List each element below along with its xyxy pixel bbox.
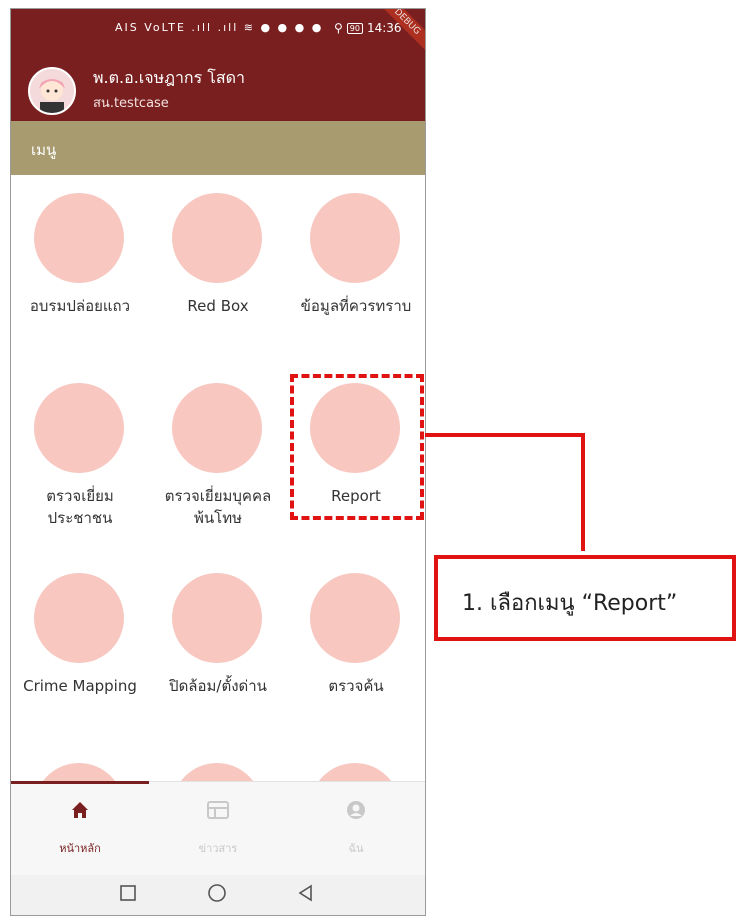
profile-icon: [287, 800, 425, 827]
menu-item-label: ข้อมูลที่ควรทราบ: [300, 297, 412, 315]
user-station: สน.testcase: [93, 96, 169, 111]
bottom-nav: หน้าหลัก ข่าวสาร ฉัน: [11, 781, 425, 876]
nav-profile-label: ฉัน: [348, 842, 364, 855]
news-icon: [149, 800, 287, 827]
home-circle-icon[interactable]: [207, 883, 227, 908]
menu-header-label: เมนู: [31, 141, 57, 159]
menu-item-label: ตรวจเยี่ยม ประชาชน: [46, 487, 114, 527]
app-bar: พ.ต.อ.เจษฎากร โสดา สน.testcase: [11, 53, 425, 121]
nav-news-label: ข่าวสาร: [198, 842, 238, 855]
menu-item-label: ตรวจค้น: [328, 677, 384, 695]
user-name: พ.ต.อ.เจษฎากร โสดา: [93, 68, 246, 87]
menu-item-label: Crime Mapping: [23, 677, 137, 695]
nav-active-indicator: [11, 781, 149, 784]
back-icon[interactable]: [297, 883, 315, 907]
menu-item-red-box[interactable]: Red Box: [149, 175, 287, 355]
clock: 14:36: [366, 21, 402, 35]
avatar[interactable]: [28, 67, 76, 115]
status-right: ⚲ 90 14:36: [334, 21, 402, 35]
status-bar: AIS VoLTE .ıll .ıll ≋ ● ● ● ● ⚲ 90 14:36…: [11, 9, 425, 56]
visit-citizen-illustration-icon: [34, 383, 124, 473]
red-box-illustration-icon: [172, 193, 262, 283]
search-illustration-icon: [310, 573, 400, 663]
menu-header: เมนู: [11, 121, 425, 175]
system-nav-bar: [11, 875, 425, 915]
instruction-callout: 1. เลือกเมนู “Report”: [434, 555, 736, 641]
battery-indicator: 90: [346, 22, 363, 34]
info-illustration-icon: [310, 193, 400, 283]
callout-connector-vertical: [581, 433, 585, 551]
callout-connector-horizontal: [425, 433, 585, 437]
location-icon: ⚲: [334, 21, 343, 35]
status-icons: AIS VoLTE .ıll .ıll ≋ ● ● ● ●: [115, 21, 323, 34]
checkpoint-illustration-icon: [172, 573, 262, 663]
recents-icon[interactable]: [119, 883, 137, 907]
signal-icons: AIS VoLTE .ıll .ıll ≋ ● ● ● ●: [115, 21, 324, 34]
training-illustration-icon: [34, 193, 124, 283]
menu-item-label: ตรวจเยี่ยมบุคคล พ้นโทษ: [164, 487, 272, 527]
menu-item-search[interactable]: ตรวจค้น: [287, 555, 425, 735]
instruction-text: 1. เลือกเมนู “Report”: [462, 591, 678, 616]
menu-item-label: ปิดล้อม/ตั้งด่าน: [169, 677, 267, 695]
menu-item-checkpoint[interactable]: ปิดล้อม/ตั้งด่าน: [149, 555, 287, 735]
nav-home[interactable]: หน้าหลัก: [11, 800, 149, 857]
menu-item-visit-citizen[interactable]: ตรวจเยี่ยม ประชาชน: [11, 365, 149, 545]
menu-item-crime-mapping[interactable]: Crime Mapping: [11, 555, 149, 735]
nav-home-label: หน้าหลัก: [59, 842, 101, 855]
crime-mapping-illustration-icon: [34, 573, 124, 663]
nav-news[interactable]: ข่าวสาร: [149, 800, 287, 857]
report-highlight-box: [290, 374, 424, 520]
menu-item-visit-exconvict[interactable]: ตรวจเยี่ยมบุคคล พ้นโทษ: [149, 365, 287, 545]
menu-item-label: Red Box: [187, 297, 249, 315]
menu-item-info[interactable]: ข้อมูลที่ควรทราบ: [287, 175, 425, 355]
menu-item-label: อบรมปล่อยแถว: [29, 297, 131, 315]
visit-exconvict-illustration-icon: [172, 383, 262, 473]
home-icon: [11, 800, 149, 827]
nav-profile[interactable]: ฉัน: [287, 800, 425, 857]
menu-item-training[interactable]: อบรมปล่อยแถว: [11, 175, 149, 355]
